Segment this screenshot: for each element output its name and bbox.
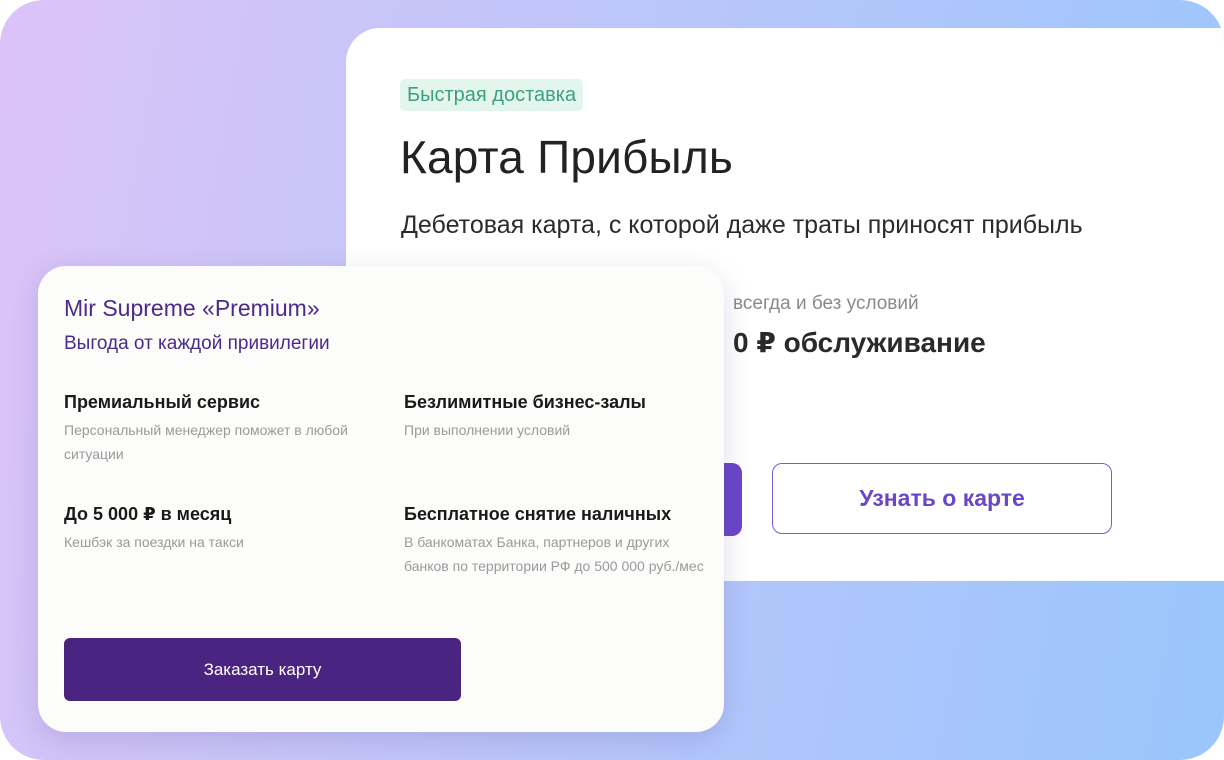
feature-business-lounges: Безлимитные бизнес-залы При выполнении у…	[404, 391, 704, 442]
feature-description: Персональный менеджер поможет в любой си…	[64, 422, 348, 462]
feature-description: При выполнении условий	[404, 422, 571, 438]
learn-about-card-button[interactable]: Узнать о карте	[772, 463, 1112, 534]
feature-description: В банкоматах Банка, партнеров и других б…	[404, 534, 704, 574]
service-condition-text: всегда и без условий	[733, 293, 919, 314]
order-card-button[interactable]: Заказать карту	[64, 638, 461, 701]
feature-title: Премиальный сервис	[64, 392, 261, 412]
feature-title: Безлимитные бизнес-залы	[404, 392, 646, 412]
service-price-text: 0 ₽ обслуживание	[733, 327, 986, 358]
premium-card-subtitle: Выгода от каждой привилегии	[64, 333, 330, 354]
card-title: Карта Прибыль	[400, 131, 734, 183]
feature-title: Бесплатное снятие наличных	[404, 504, 672, 524]
fast-delivery-badge: Быстрая доставка	[400, 79, 584, 111]
feature-title: До 5 000 ₽ в месяц	[64, 504, 232, 524]
page-background: Быстрая доставка Карта Прибыль Дебетовая…	[0, 0, 1224, 760]
feature-free-cash-withdrawal: Бесплатное снятие наличных В банкоматах …	[404, 503, 704, 578]
mir-supreme-card: Mir Supreme «Premium» Выгода от каждой п…	[38, 266, 724, 732]
feature-premium-service: Премиальный сервис Персональный менеджер…	[64, 391, 364, 466]
premium-card-title: Mir Supreme «Premium»	[64, 295, 320, 321]
feature-taxi-cashback: До 5 000 ₽ в месяц Кешбэк за поездки на …	[64, 503, 364, 554]
feature-description: Кешбэк за поездки на такси	[64, 534, 244, 550]
card-subtitle: Дебетовая карта, с которой даже траты пр…	[401, 211, 1083, 239]
